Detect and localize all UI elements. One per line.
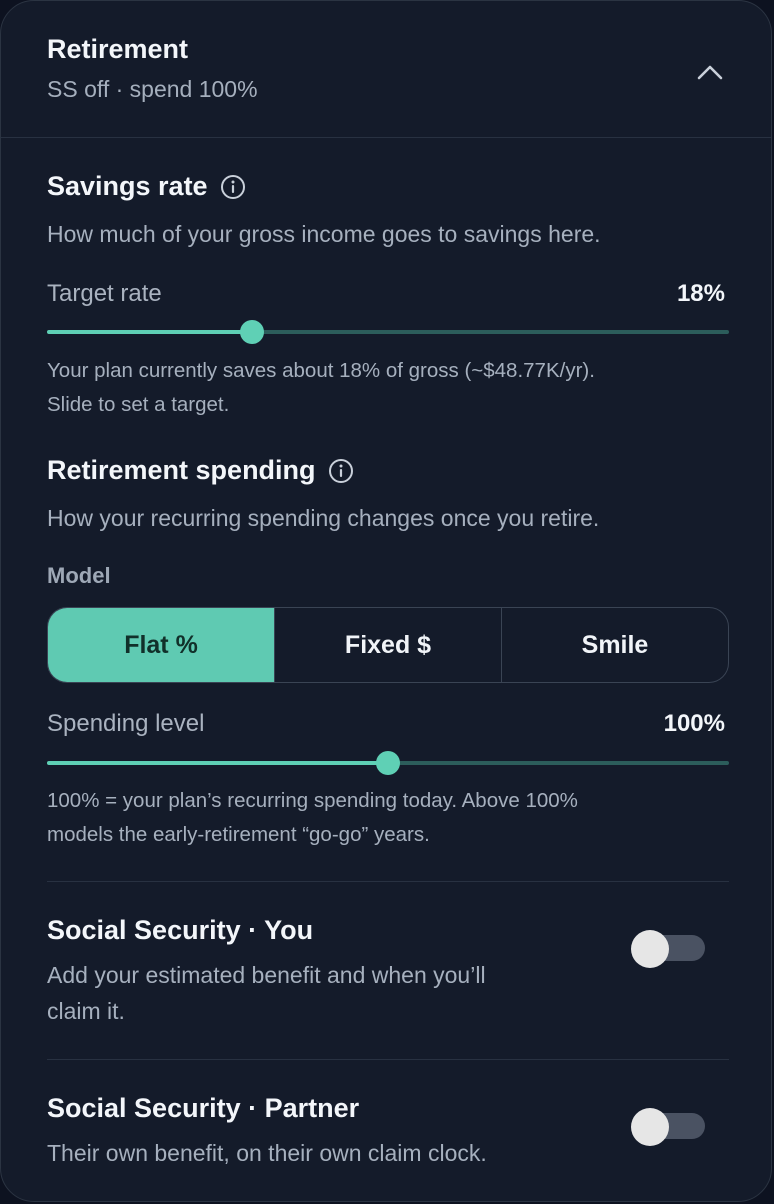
spending-note-line: 100% = your plan’s recurring spending to…: [47, 789, 578, 812]
savings-rate-description: How much of your gross income goes to sa…: [47, 221, 601, 247]
chevron-up-icon[interactable]: [691, 55, 729, 89]
model-label: Model: [47, 563, 111, 588]
model-option-fixed-dollar[interactable]: Fixed $: [274, 608, 501, 682]
ss-you-toggle[interactable]: [631, 930, 705, 968]
retirement-panel: Retirement SS off · spend 100% Savings r…: [0, 0, 772, 1202]
model-option-smile[interactable]: Smile: [501, 608, 728, 682]
spending-level-value: 100%: [663, 710, 725, 737]
retirement-spending-heading: Retirement spending: [47, 455, 354, 486]
savings-note-line: Slide to set a target.: [47, 393, 230, 416]
ss-partner-description: Their own benefit, on their own claim cl…: [47, 1140, 487, 1166]
savings-rate-heading: Savings rate: [47, 171, 246, 202]
slider-track: [388, 761, 729, 765]
savings-rate-title: Savings rate: [47, 171, 208, 201]
target-rate-slider[interactable]: [47, 317, 729, 347]
ss-partner-title: Social Security · Partner: [47, 1093, 360, 1123]
ss-you-description-line: claim it.: [47, 998, 125, 1024]
ss-you-description: Add your estimated benefit and when you’…: [47, 957, 587, 1029]
toggle-knob: [631, 930, 669, 968]
panel-summary: SS off · spend 100%: [47, 76, 258, 102]
info-icon[interactable]: [328, 458, 354, 484]
slider-fill: [47, 761, 388, 765]
ss-partner-toggle[interactable]: [631, 1108, 705, 1146]
spending-level-slider[interactable]: [47, 748, 729, 778]
model-option-flat-percent[interactable]: Flat %: [48, 608, 274, 682]
slider-track: [252, 330, 729, 334]
retirement-spending-title: Retirement spending: [47, 455, 316, 485]
slider-thumb[interactable]: [376, 751, 400, 775]
spending-model-selector: Flat % Fixed $ Smile: [47, 607, 729, 683]
spending-level-label: Spending level: [47, 710, 205, 737]
panel-header[interactable]: Retirement SS off · spend 100%: [1, 1, 771, 138]
target-rate-value: 18%: [676, 280, 725, 307]
panel-title: Retirement: [47, 34, 189, 64]
spending-level-note: 100% = your plan’s recurring spending to…: [47, 784, 737, 852]
savings-note-line: Your plan currently saves about 18% of g…: [47, 359, 595, 382]
ss-you-title: Social Security · You: [47, 915, 314, 945]
toggle-knob: [631, 1108, 669, 1146]
retirement-spending-description: How your recurring spending changes once…: [47, 505, 600, 531]
savings-rate-note: Your plan currently saves about 18% of g…: [47, 354, 737, 422]
section-divider: [47, 1059, 729, 1060]
ss-you-description-line: Add your estimated benefit and when you’…: [47, 962, 486, 988]
slider-fill: [47, 330, 252, 334]
info-icon[interactable]: [220, 174, 246, 200]
section-divider: [47, 881, 729, 882]
target-rate-label: Target rate: [47, 280, 162, 307]
spending-note-line: models the early-retirement “go-go” year…: [47, 823, 430, 846]
slider-thumb[interactable]: [240, 320, 264, 344]
